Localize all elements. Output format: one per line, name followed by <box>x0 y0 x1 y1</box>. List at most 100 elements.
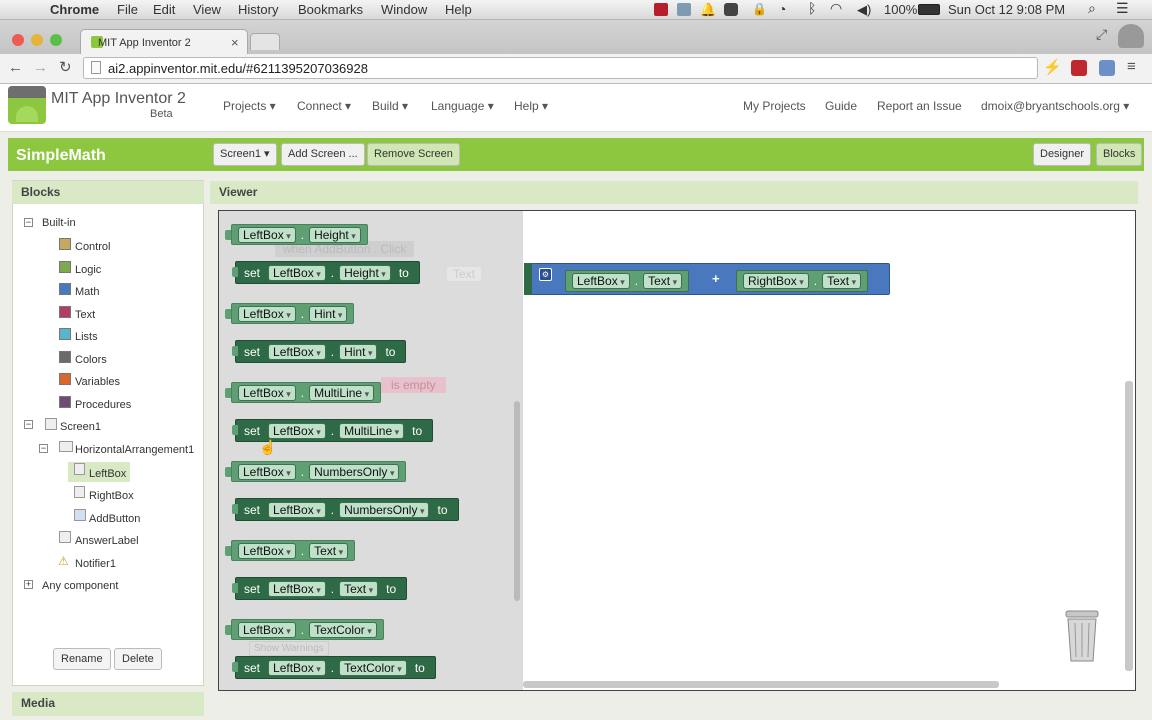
link-guide[interactable]: Guide <box>825 99 857 113</box>
component-dropdown[interactable]: LeftBox ▾ <box>238 384 296 401</box>
profile-incognito-icon[interactable] <box>1118 24 1144 48</box>
drawer-control[interactable]: Control <box>75 241 110 253</box>
spotlight-search-icon[interactable]: ⌕ <box>1088 0 1096 17</box>
status-keyboard-icon[interactable] <box>724 3 738 16</box>
collapse-builtin-icon[interactable]: − <box>24 218 33 227</box>
property-dropdown[interactable]: NumbersOnly ▾ <box>339 501 430 518</box>
tree-answerlabel[interactable]: AnswerLabel <box>75 535 139 547</box>
battery-percent[interactable]: 100% <box>884 2 917 17</box>
menu-view[interactable]: View <box>193 2 221 17</box>
setter-block[interactable]: set LeftBox ▾. Hint ▾ to <box>232 340 407 363</box>
menu-file[interactable]: File <box>117 2 138 17</box>
extension-blue-icon[interactable] <box>1099 60 1115 76</box>
drawer-math[interactable]: Math <box>75 286 99 298</box>
component-dropdown[interactable]: LeftBox ▾ <box>572 273 630 289</box>
mutator-gear-icon[interactable]: ⚙ <box>539 268 552 281</box>
workspace-hscrollbar[interactable] <box>523 681 999 688</box>
browser-tab-active[interactable]: MIT App Inventor 2 × <box>80 29 248 54</box>
property-dropdown[interactable]: Text ▾ <box>643 273 683 289</box>
extension-red-icon[interactable] <box>1071 60 1087 76</box>
new-tab-button[interactable] <box>250 33 280 50</box>
zoom-window-icon[interactable] <box>50 34 62 46</box>
property-dropdown[interactable]: Height ▾ <box>309 226 361 243</box>
time-machine-icon[interactable]: ◔ <box>778 1 786 17</box>
property-dropdown[interactable]: Text ▾ <box>309 542 349 559</box>
status-app-icon[interactable] <box>654 3 668 16</box>
expand-any-component-icon[interactable]: + <box>24 580 33 589</box>
minimize-window-icon[interactable] <box>31 34 43 46</box>
getter-block[interactable]: LeftBox ▾. Text ▾ <box>225 540 356 561</box>
getter-block[interactable]: LeftBox ▾. Hint ▾ <box>225 303 355 324</box>
chrome-menu-icon[interactable]: ≡ <box>1127 58 1136 75</box>
tab-close-icon[interactable]: × <box>231 35 239 50</box>
blocks-workspace[interactable]: when AddButton . Click is empty Show War… <box>218 210 1136 691</box>
app-inventor-logo[interactable] <box>8 86 46 124</box>
battery-icon[interactable] <box>918 4 940 15</box>
rename-button[interactable]: Rename <box>53 648 111 670</box>
component-dropdown[interactable]: LeftBox ▾ <box>238 226 296 243</box>
component-dropdown[interactable]: LeftBox ▾ <box>268 264 326 281</box>
flyout-scrollbar[interactable] <box>514 401 520 601</box>
nav-language[interactable]: Language ▾ <box>431 99 494 113</box>
nav-build[interactable]: Build ▾ <box>372 99 408 113</box>
remove-screen-button[interactable]: Remove Screen <box>367 143 460 166</box>
lock-icon[interactable]: 🔒 <box>752 2 767 16</box>
getter-block[interactable]: LeftBox ▾. MultiLine ▾ <box>225 382 382 403</box>
property-dropdown[interactable]: Text ▾ <box>822 273 862 289</box>
address-bar[interactable]: ai2.appinventor.mit.edu/#621139520703692… <box>83 57 1038 79</box>
volume-icon[interactable]: ◀) <box>857 2 871 18</box>
menubar-clock[interactable]: Sun Oct 12 9:08 PM <box>948 2 1065 17</box>
property-dropdown[interactable]: Height ▾ <box>339 264 391 281</box>
component-dropdown[interactable]: LeftBox ▾ <box>238 463 296 480</box>
component-dropdown[interactable]: LeftBox ▾ <box>268 422 326 439</box>
notification-center-icon[interactable]: ☰ <box>1116 0 1129 17</box>
setter-block[interactable]: set LeftBox ▾. NumbersOnly ▾ to <box>232 498 459 521</box>
wifi-icon[interactable]: ◠ <box>830 0 842 17</box>
component-dropdown[interactable]: LeftBox ▾ <box>238 305 296 322</box>
screen-select[interactable]: Screen1 ▾ <box>213 143 277 166</box>
drawer-logic[interactable]: Logic <box>75 264 101 276</box>
drawer-lists[interactable]: Lists <box>75 331 98 343</box>
component-dropdown[interactable]: LeftBox ▾ <box>238 542 296 559</box>
nav-projects[interactable]: Projects ▾ <box>223 99 276 113</box>
app-menu-chrome[interactable]: Chrome <box>50 2 99 17</box>
collapse-arrangement-icon[interactable]: − <box>39 444 48 453</box>
address-url[interactable]: ai2.appinventor.mit.edu/#621139520703692… <box>108 61 368 76</box>
menu-history[interactable]: History <box>238 2 278 17</box>
component-dropdown[interactable]: LeftBox ▾ <box>238 621 296 638</box>
component-dropdown[interactable]: RightBox ▾ <box>743 273 809 289</box>
drawer-procedures[interactable]: Procedures <box>75 399 131 411</box>
property-dropdown[interactable]: TextColor ▾ <box>339 659 407 676</box>
property-dropdown[interactable]: MultiLine ▾ <box>309 384 375 401</box>
setter-block[interactable]: set LeftBox ▾. Text ▾ to <box>232 577 408 600</box>
menu-bookmarks[interactable]: Bookmarks <box>298 2 363 17</box>
getter-block[interactable]: LeftBox ▾. TextColor ▾ <box>225 619 384 640</box>
tree-leftbox[interactable]: LeftBox <box>89 468 126 480</box>
drawer-text[interactable]: Text <box>75 309 95 321</box>
property-dropdown[interactable]: TextColor ▾ <box>309 621 377 638</box>
back-arrow-icon[interactable]: ← <box>8 59 23 76</box>
tree-screen1[interactable]: Screen1 <box>60 421 101 433</box>
tree-rightbox[interactable]: RightBox <box>89 490 134 502</box>
link-report-issue[interactable]: Report an Issue <box>877 99 962 113</box>
nav-connect[interactable]: Connect ▾ <box>297 99 351 113</box>
status-tools-icon[interactable] <box>677 3 691 16</box>
setter-block[interactable]: set LeftBox ▾. Height ▾ to <box>232 261 420 284</box>
reload-icon[interactable]: ↻ <box>59 58 72 76</box>
fullscreen-icon[interactable]: ⤢ <box>1096 26 1107 43</box>
link-my-projects[interactable]: My Projects <box>743 99 806 113</box>
property-dropdown[interactable]: Text ▾ <box>339 580 379 597</box>
component-dropdown[interactable]: LeftBox ▾ <box>268 343 326 360</box>
menu-help[interactable]: Help <box>445 2 472 17</box>
tree-horizontal-arrangement[interactable]: HorizontalArrangement1 <box>75 444 194 456</box>
tree-addbutton[interactable]: AddButton <box>89 513 140 525</box>
workspace-vscrollbar[interactable] <box>1125 381 1133 671</box>
setter-block[interactable]: set LeftBox ▾. TextColor ▾ to <box>232 656 436 679</box>
tree-builtin[interactable]: Built-in <box>42 217 76 229</box>
menu-window[interactable]: Window <box>381 2 427 17</box>
component-dropdown[interactable]: LeftBox ▾ <box>268 501 326 518</box>
getter-block[interactable]: LeftBox ▾. Height ▾ <box>225 224 368 245</box>
trash-can-icon[interactable] <box>1062 609 1102 664</box>
drawer-variables[interactable]: Variables <box>75 376 120 388</box>
tree-any-component[interactable]: Any component <box>42 580 118 592</box>
